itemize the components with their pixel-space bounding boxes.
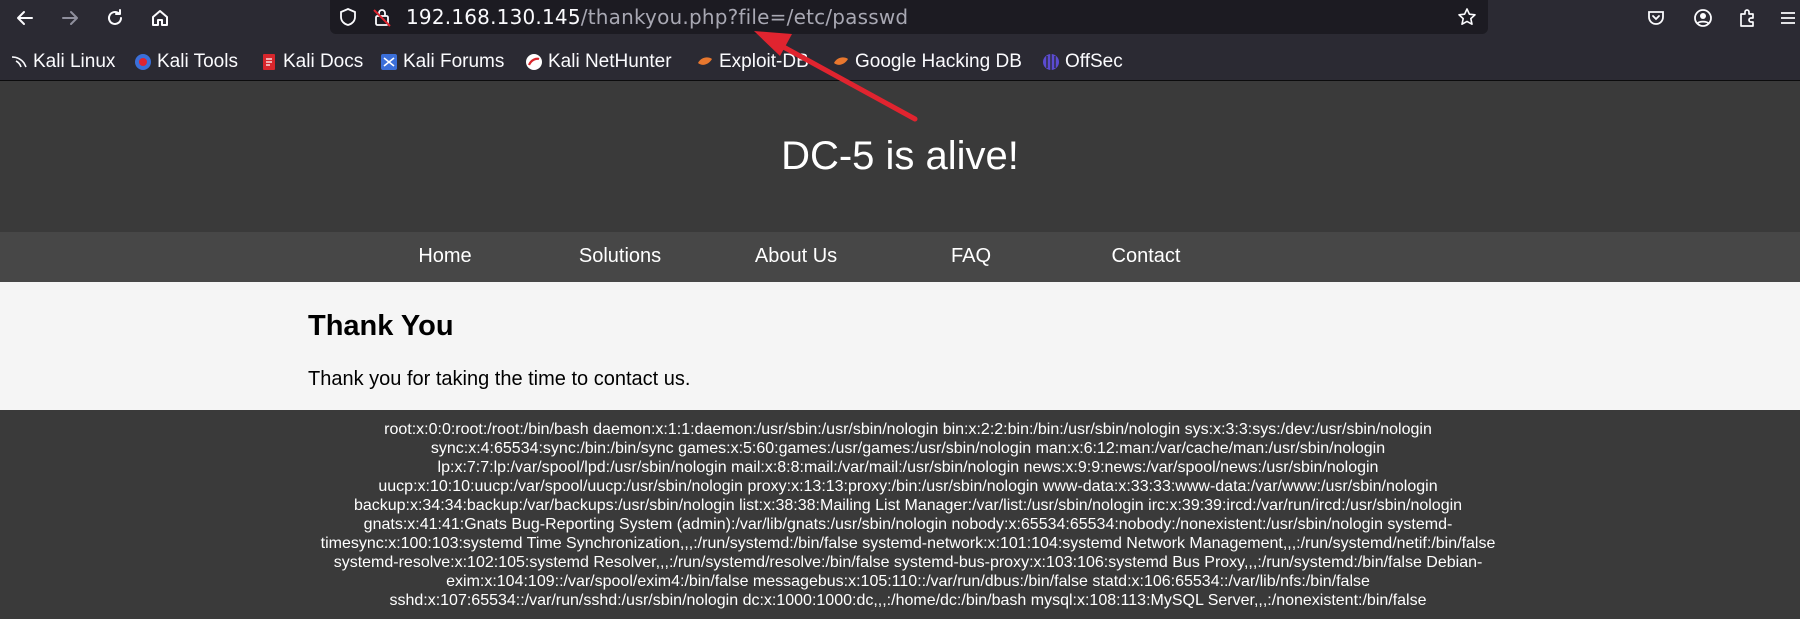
back-icon[interactable] [10, 4, 40, 32]
menu-solutions[interactable]: Solutions [579, 245, 661, 268]
bookmark-kali-linux[interactable]: Kali Linux [10, 50, 115, 74]
offsec-icon [1042, 53, 1060, 71]
browser-toolbar: 192.168.130.145/thankyou.php?file=/etc/p… [0, 0, 1800, 36]
bookmark-kali-tools[interactable]: Kali Tools [134, 50, 238, 74]
menu-contact[interactable]: Contact [1112, 245, 1181, 268]
page-heading: Thank You [308, 310, 454, 342]
bookmark-kali-forums[interactable]: Kali Forums [380, 50, 504, 74]
account-icon[interactable] [1689, 4, 1717, 32]
ghdb-icon [832, 53, 850, 71]
site-header: DC-5 is alive! [0, 82, 1800, 232]
kali-nethunter-icon [525, 53, 543, 71]
menu-icon[interactable] [1774, 4, 1800, 32]
thank-you-message: Thank you for taking the time to contact… [308, 368, 691, 390]
main-content: Thank You Thank you for taking the time … [0, 282, 1800, 410]
bookmark-kali-nethunter[interactable]: Kali NetHunter [525, 50, 672, 74]
shield-icon[interactable] [336, 5, 360, 29]
kali-forums-icon [380, 53, 398, 71]
bookmark-offsec[interactable]: OffSec [1042, 50, 1123, 74]
site-title: DC-5 is alive! [781, 134, 1019, 178]
kali-tools-icon [134, 53, 152, 71]
url-host: 192.168.130.145 [406, 5, 581, 29]
kali-dragon-icon [10, 53, 28, 71]
menu-faq[interactable]: FAQ [951, 245, 991, 268]
passwd-file-output: root:x:0:0:root:/root:/bin/bash daemon:x… [320, 421, 1496, 609]
bookmark-exploit-db[interactable]: Exploit-DB [696, 50, 809, 74]
footer: root:x:0:0:root:/root:/bin/bash daemon:x… [0, 410, 1800, 619]
menu-home[interactable]: Home [418, 245, 471, 268]
bookmark-google-hacking-db[interactable]: Google Hacking DB [832, 50, 1022, 74]
url-bar[interactable]: 192.168.130.145/thankyou.php?file=/etc/p… [330, 0, 1488, 34]
forward-icon[interactable] [55, 4, 85, 32]
bookmarks-bar: Kali Linux Kali Tools Kali Docs Kali For… [0, 36, 1800, 81]
bookmark-star-icon[interactable] [1455, 5, 1479, 29]
kali-docs-icon [260, 53, 278, 71]
menu-about-us[interactable]: About Us [755, 245, 837, 268]
url-path: /thankyou.php?file=/etc/passwd [580, 5, 909, 29]
site-menu: Home Solutions About Us FAQ Contact [0, 232, 1800, 282]
insecure-lock-icon[interactable] [370, 5, 394, 29]
bookmark-kali-docs[interactable]: Kali Docs [260, 50, 363, 74]
reload-icon[interactable] [100, 4, 130, 32]
extensions-icon[interactable] [1733, 4, 1761, 32]
home-icon[interactable] [145, 4, 175, 32]
exploit-db-icon [696, 53, 714, 71]
pocket-icon[interactable] [1642, 4, 1670, 32]
url-text[interactable]: 192.168.130.145/thankyou.php?file=/etc/p… [406, 5, 908, 29]
web-page: DC-5 is alive! Home Solutions About Us F… [0, 82, 1800, 619]
